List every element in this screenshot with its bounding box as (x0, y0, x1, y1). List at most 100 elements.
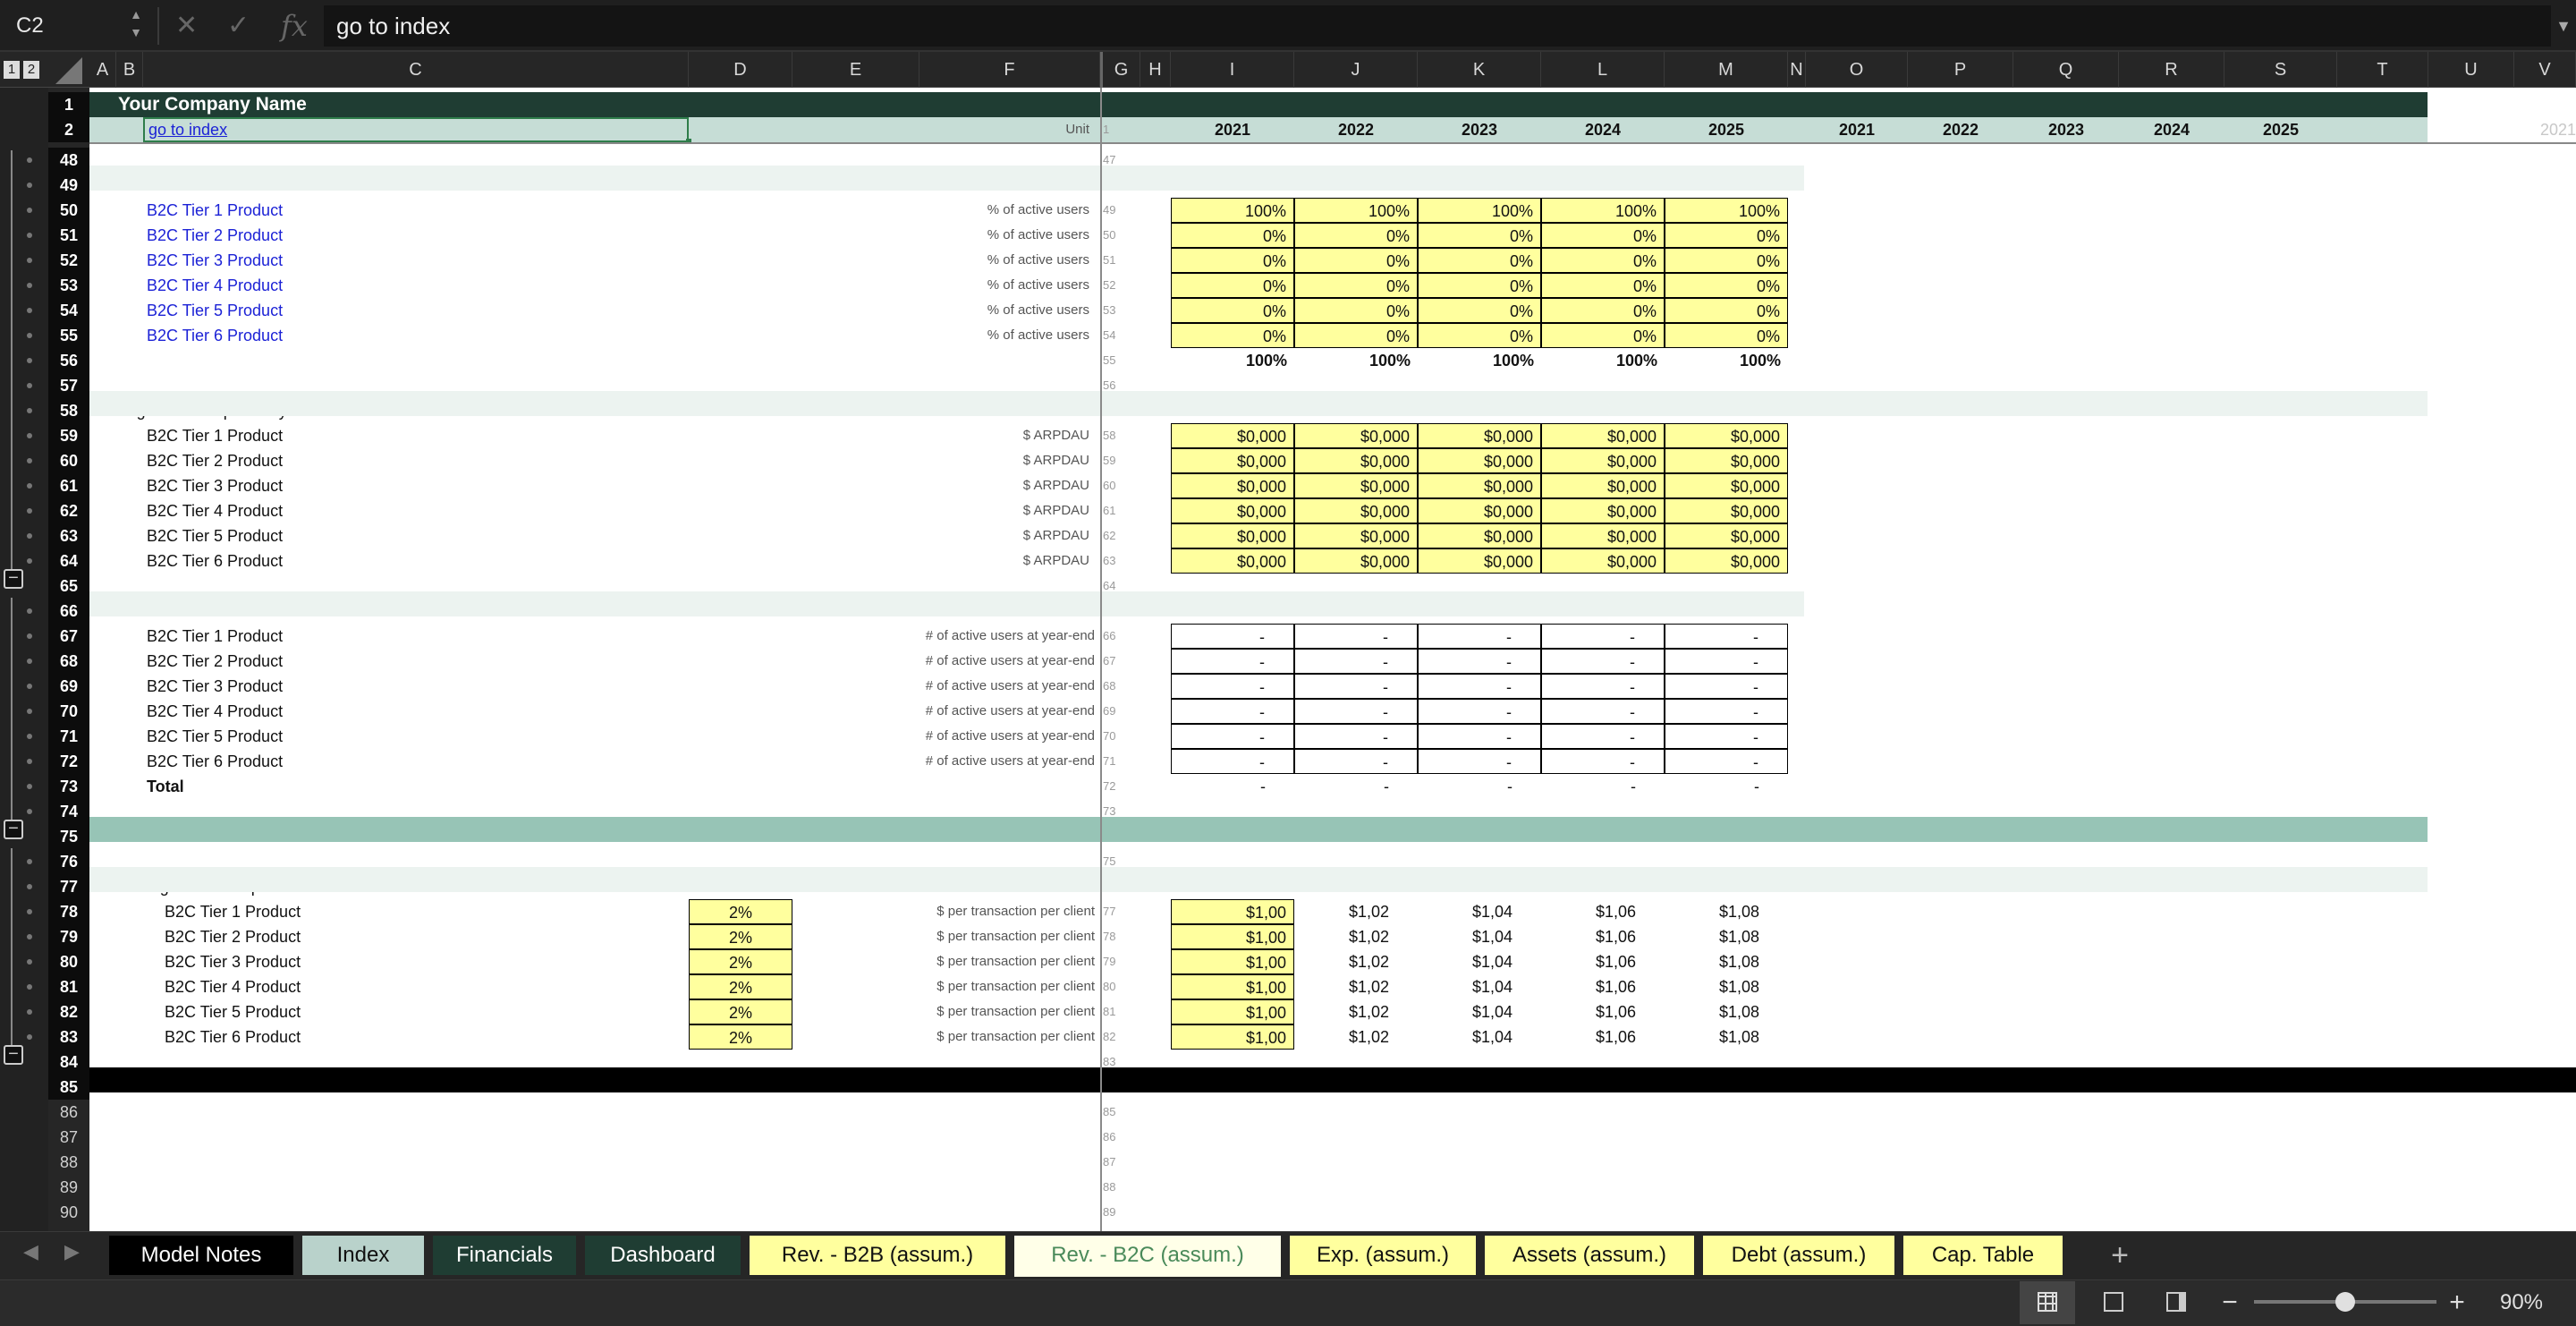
col-header-k[interactable]: K (1418, 52, 1541, 88)
calc-cell[interactable]: - (1541, 749, 1665, 774)
sheet-tab[interactable]: Model Notes (109, 1236, 293, 1275)
input-cell[interactable]: $0,000 (1541, 423, 1665, 448)
calc-cell[interactable]: - (1418, 699, 1541, 724)
row-header[interactable]: 69 (48, 674, 89, 699)
row-header[interactable]: 60 (48, 448, 89, 473)
row-header[interactable]: 52 (48, 248, 89, 273)
calc-cell[interactable]: $1,06 (1541, 1024, 1665, 1050)
page-break-icon[interactable] (2166, 1292, 2186, 1312)
row-header[interactable]: 63 (48, 523, 89, 548)
unit-label[interactable]: $ ARPDAU (919, 548, 1089, 574)
row-header[interactable]: 76 (48, 849, 89, 874)
input-cell[interactable]: $0,000 (1541, 523, 1665, 548)
calc-cell[interactable]: $1,04 (1418, 924, 1541, 949)
row-header[interactable]: 89 (48, 1175, 89, 1200)
inflation-input[interactable]: 2% (689, 999, 792, 1024)
calc-cell[interactable]: $1,08 (1665, 1024, 1788, 1050)
row-label[interactable]: B2C Tier 1 Product (147, 423, 648, 448)
input-cell[interactable]: 0% (1665, 248, 1788, 273)
calc-cell[interactable]: - (1541, 624, 1665, 649)
calc-cell[interactable]: - (1665, 674, 1788, 699)
total-cell[interactable]: 100% (1418, 348, 1541, 373)
calc-cell[interactable]: - (1418, 674, 1541, 699)
input-cell[interactable]: $0,000 (1541, 473, 1665, 498)
row-label[interactable]: B2C Tier 3 Product (147, 248, 648, 273)
input-cell[interactable]: $0,000 (1665, 548, 1788, 574)
input-cell[interactable]: $0,000 (1418, 523, 1541, 548)
col-header-g[interactable]: G (1103, 52, 1140, 88)
input-cell[interactable]: $1,00 (1171, 949, 1294, 974)
calc-cell[interactable]: - (1171, 674, 1294, 699)
total-label[interactable]: Total (147, 774, 415, 799)
total-cell[interactable]: - (1541, 774, 1665, 799)
row-label[interactable]: B2C Tier 5 Product (147, 523, 648, 548)
function-icon[interactable]: fx (281, 0, 308, 52)
input-cell[interactable]: 0% (1418, 223, 1541, 248)
calc-cell[interactable]: $1,04 (1418, 974, 1541, 999)
zoom-level[interactable]: 90% (2481, 1285, 2562, 1321)
row-header[interactable]: 64 (48, 548, 89, 574)
calc-cell[interactable]: - (1294, 649, 1418, 674)
input-cell[interactable]: $1,00 (1171, 1024, 1294, 1050)
expand-formula-icon[interactable]: ▼ (2551, 5, 2576, 47)
row-header[interactable]: 75 (48, 824, 89, 849)
row-label[interactable]: B2C Tier 1 Product (147, 624, 648, 649)
calc-cell[interactable]: - (1665, 649, 1788, 674)
calc-cell[interactable]: - (1294, 749, 1418, 774)
calc-cell[interactable]: - (1665, 749, 1788, 774)
unit-label[interactable]: $ per transaction per client (859, 949, 1095, 974)
input-cell[interactable]: 0% (1171, 223, 1294, 248)
total-cell[interactable]: 100% (1541, 348, 1665, 373)
calc-cell[interactable]: - (1541, 674, 1665, 699)
collapse-group-button[interactable]: − (4, 820, 23, 839)
collapse-group-button[interactable]: − (4, 569, 23, 589)
input-cell[interactable]: 0% (1418, 323, 1541, 348)
calc-cell[interactable]: - (1541, 699, 1665, 724)
unit-label[interactable]: # of active users at year-end (859, 749, 1095, 774)
unit-label[interactable]: % of active users (919, 273, 1089, 298)
row-header[interactable]: 66 (48, 599, 89, 624)
input-cell[interactable]: 0% (1294, 273, 1418, 298)
input-cell[interactable]: $0,000 (1665, 473, 1788, 498)
row-header[interactable]: 84 (48, 1050, 89, 1075)
input-cell[interactable]: 0% (1665, 323, 1788, 348)
calc-cell[interactable]: $1,02 (1294, 949, 1418, 974)
row-header[interactable]: 2 (48, 117, 89, 142)
inflation-input[interactable]: 2% (689, 974, 792, 999)
calc-cell[interactable]: - (1171, 624, 1294, 649)
col-header-l[interactable]: L (1541, 52, 1665, 88)
unit-label[interactable]: $ ARPDAU (919, 523, 1089, 548)
row-label[interactable]: B2C Tier 6 Product (147, 749, 648, 774)
calc-cell[interactable]: $1,04 (1418, 1024, 1541, 1050)
row-label[interactable]: B2C Tier 4 Product (165, 974, 665, 999)
calc-cell[interactable]: - (1665, 724, 1788, 749)
input-cell[interactable]: 100% (1171, 198, 1294, 223)
inflation-input[interactable]: 2% (689, 924, 792, 949)
calc-cell[interactable]: - (1294, 624, 1418, 649)
unit-label[interactable]: $ per transaction per client (859, 974, 1095, 999)
unit-label[interactable]: % of active users (919, 248, 1089, 273)
input-cell[interactable]: $1,00 (1171, 999, 1294, 1024)
input-cell[interactable]: 0% (1541, 323, 1665, 348)
input-cell[interactable]: $0,000 (1171, 523, 1294, 548)
calc-cell[interactable]: $1,08 (1665, 949, 1788, 974)
col-header-o[interactable]: O (1806, 52, 1908, 88)
unit-label[interactable]: % of active users (919, 323, 1089, 348)
input-cell[interactable]: 0% (1171, 298, 1294, 323)
input-cell[interactable]: 100% (1294, 198, 1418, 223)
unit-label[interactable]: $ per transaction per client (859, 924, 1095, 949)
row-header[interactable]: 79 (48, 924, 89, 949)
unit-label[interactable]: $ per transaction per client (859, 999, 1095, 1024)
input-cell[interactable]: 0% (1294, 298, 1418, 323)
input-cell[interactable]: 0% (1541, 298, 1665, 323)
calc-cell[interactable]: - (1171, 724, 1294, 749)
input-cell[interactable]: $0,000 (1294, 548, 1418, 574)
input-cell[interactable]: $1,00 (1171, 974, 1294, 999)
unit-label[interactable]: $ per transaction per client (859, 899, 1095, 924)
input-cell[interactable]: $0,000 (1665, 423, 1788, 448)
col-header-e[interactable]: E (792, 52, 919, 88)
zoom-slider-thumb[interactable] (2335, 1292, 2355, 1312)
row-header[interactable]: 74 (48, 799, 89, 824)
unit-label[interactable]: $ per transaction per client (859, 1024, 1095, 1050)
sheet-tab[interactable]: Assets (assum.) (1485, 1236, 1694, 1275)
